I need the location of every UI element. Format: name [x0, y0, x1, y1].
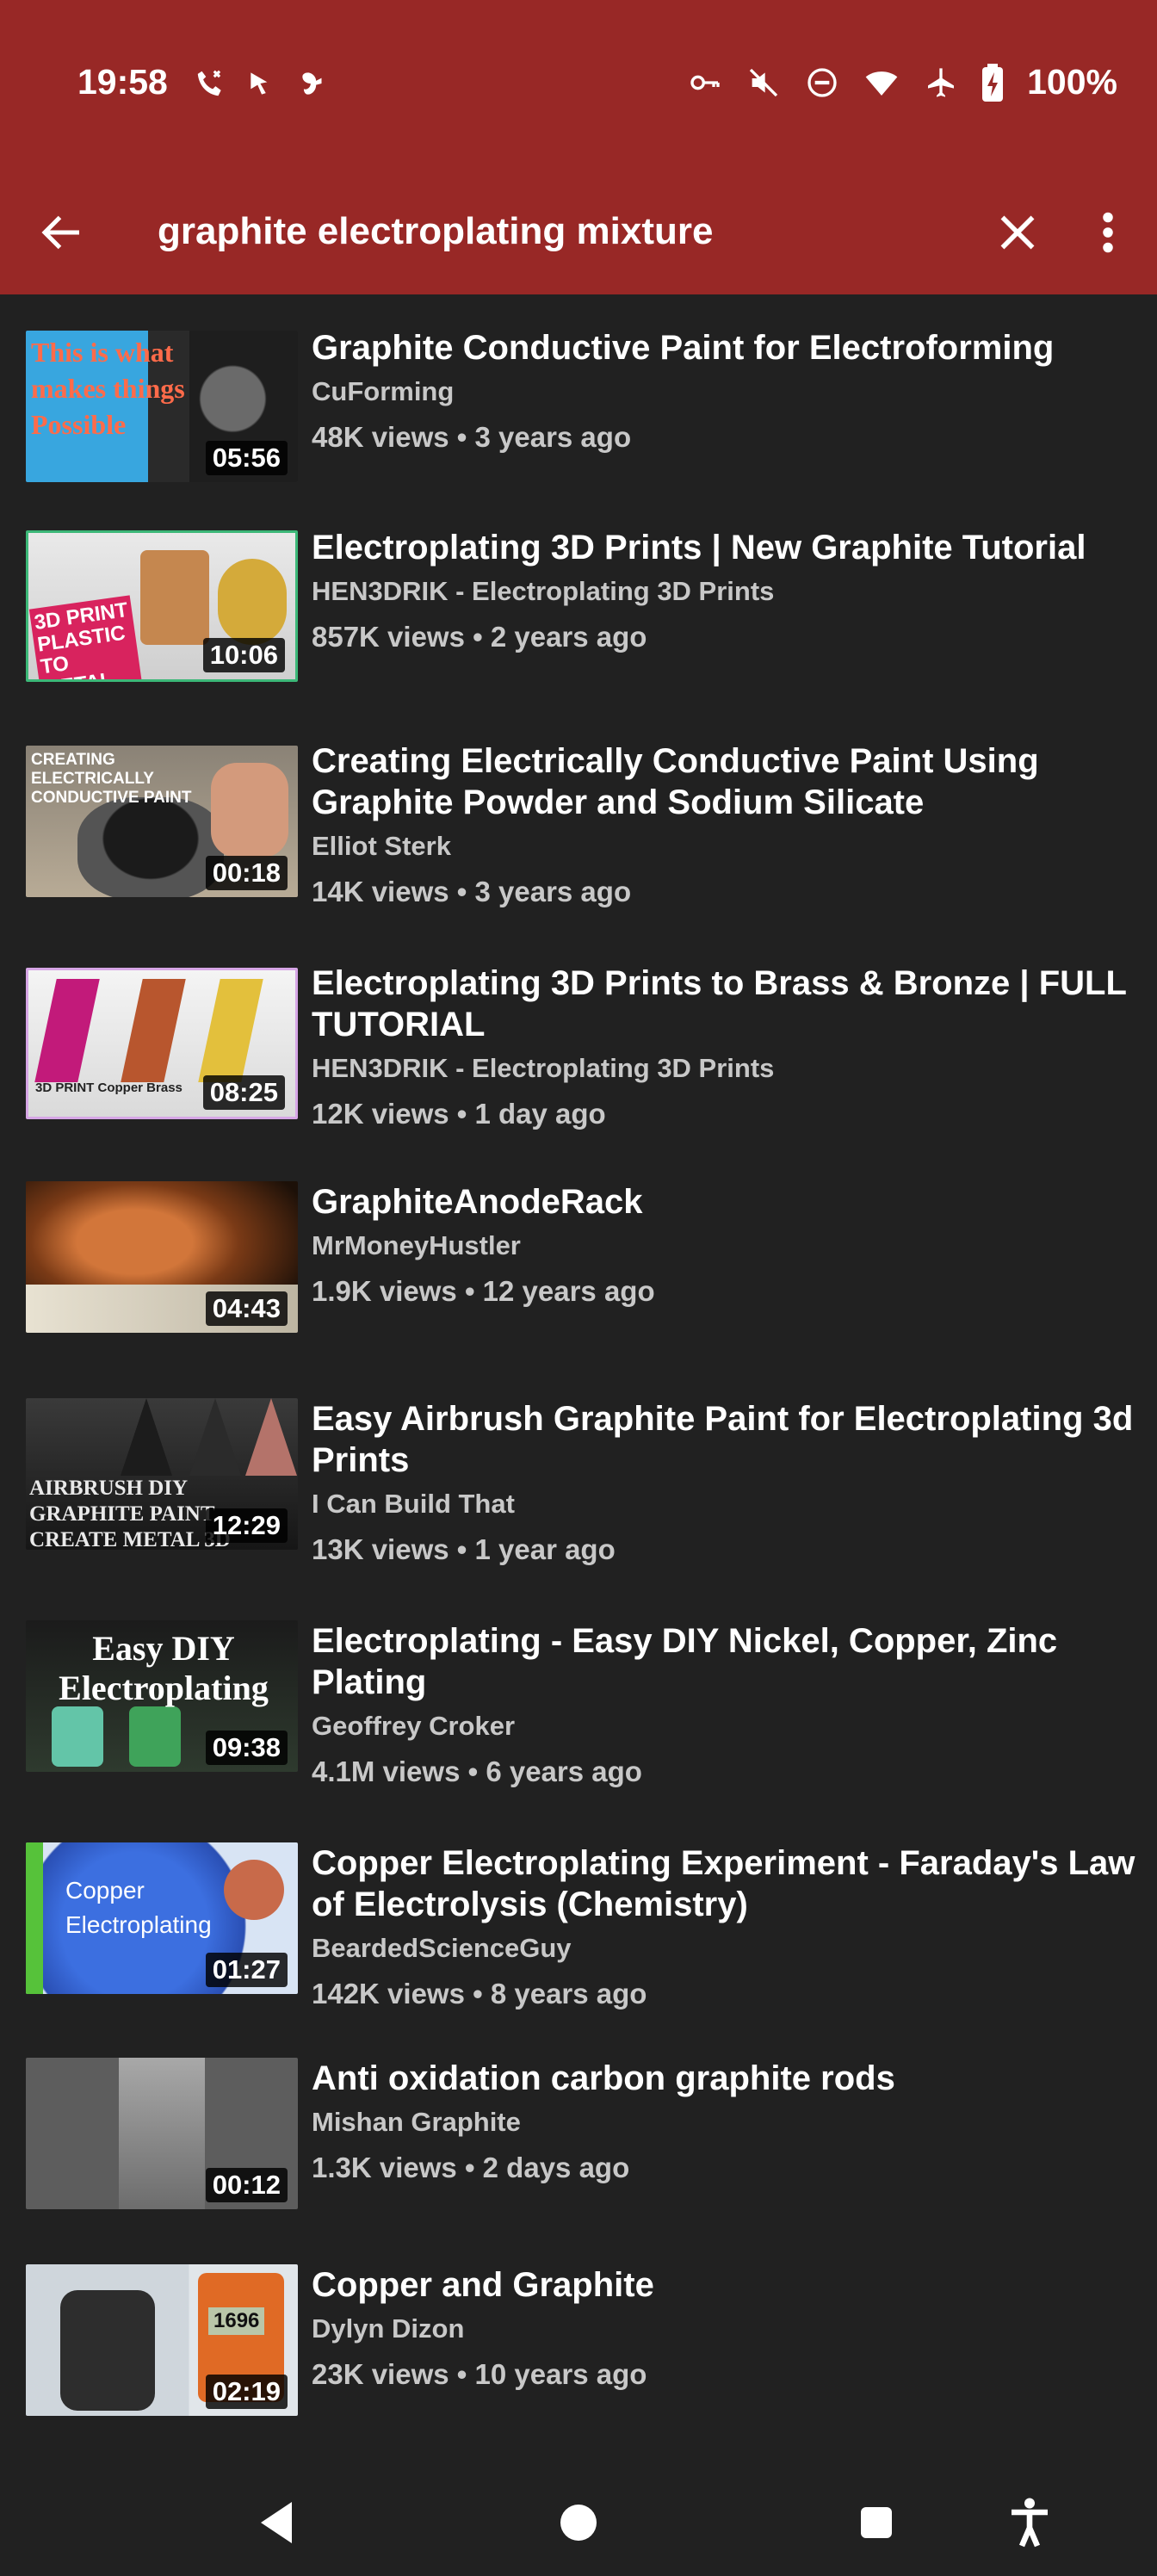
video-stats: 12K views • 1 day ago — [312, 1098, 606, 1130]
video-title[interactable]: Creating Electrically Conductive Paint U… — [312, 740, 1138, 823]
result-item[interactable]: 3D PRINT PLASTIC TO METAL 10:06 Electrop… — [0, 527, 1157, 734]
result-item[interactable]: CREATING ELECTRICALLY CONDUCTIVE PAINT 0… — [0, 740, 1157, 947]
app-bar: 19:58 100% graphite electroplating mixtu… — [0, 0, 1157, 294]
video-title[interactable]: GraphiteAnodeRack — [312, 1181, 1138, 1223]
channel-name[interactable]: HEN3DRIK - Electroplating 3D Prints — [312, 1052, 1138, 1085]
video-title[interactable]: Electroplating 3D Prints | New Graphite … — [312, 527, 1138, 568]
video-duration: 08:25 — [202, 1075, 285, 1110]
video-stats: 142K views • 8 years ago — [312, 1978, 647, 2009]
result-item[interactable]: 3D PRINT Copper Brass 08:25 Electroplati… — [0, 963, 1157, 1169]
wifi-calling-icon — [194, 67, 226, 100]
video-stats: 48K views • 3 years ago — [312, 421, 632, 453]
thumbnail-text: CREATING ELECTRICALLY CONDUCTIVE PAINT — [31, 751, 192, 807]
video-thumbnail[interactable]: 3D PRINT PLASTIC TO METAL 10:06 — [26, 530, 298, 682]
video-thumbnail[interactable]: 00:12 — [26, 2058, 298, 2209]
channel-name[interactable]: Dylyn Dizon — [312, 2313, 1138, 2345]
status-time: 19:58 — [77, 62, 168, 102]
more-vertical-icon[interactable] — [1086, 207, 1129, 258]
wifi-icon — [863, 65, 900, 100]
channel-name[interactable]: CuForming — [312, 375, 1138, 408]
video-title[interactable]: Electroplating 3D Prints to Brass & Bron… — [312, 963, 1138, 1045]
do-not-disturb-icon — [805, 65, 839, 100]
thumbnail-text: This is what makes things Possible — [31, 337, 185, 440]
result-item[interactable]: 1696 02:19 Copper and Graphite Dylyn Diz… — [0, 2264, 1157, 2464]
video-stats: 857K views • 2 years ago — [312, 621, 647, 653]
thumbnail-text: Copper Electroplating — [65, 1877, 212, 1938]
airplane-mode-icon — [924, 65, 958, 100]
channel-name[interactable]: MrMoneyHustler — [312, 1229, 1138, 1262]
battery-charging-icon — [982, 63, 1004, 102]
video-thumbnail[interactable]: Easy DIY Electroplating 09:38 — [26, 1620, 298, 1772]
nav-back-icon[interactable] — [248, 2492, 310, 2554]
close-icon[interactable] — [992, 207, 1043, 258]
video-duration: 09:38 — [205, 1731, 288, 1765]
channel-name[interactable]: HEN3DRIK - Electroplating 3D Prints — [312, 575, 1138, 608]
search-query[interactable]: graphite electroplating mixture — [158, 210, 713, 253]
result-item[interactable]: 00:12 Anti oxidation carbon graphite rod… — [0, 2058, 1157, 2264]
accessibility-icon[interactable] — [999, 2492, 1061, 2554]
video-thumbnail[interactable]: 1696 02:19 — [26, 2264, 298, 2416]
video-thumbnail[interactable]: CREATING ELECTRICALLY CONDUCTIVE PAINT 0… — [26, 746, 298, 897]
video-title[interactable]: Copper Electroplating Experiment - Farad… — [312, 1842, 1138, 1925]
video-thumbnail[interactable]: This is what makes things Possible 05:56 — [26, 331, 298, 482]
channel-name[interactable]: BeardedScienceGuy — [312, 1932, 1138, 1965]
channel-name[interactable]: I Can Build That — [312, 1488, 1138, 1520]
video-thumbnail[interactable]: 04:43 — [26, 1181, 298, 1333]
channel-name[interactable]: Geoffrey Croker — [312, 1710, 1138, 1743]
thumbnail-text: 3D PRINT Copper Brass — [35, 1081, 183, 1095]
video-title[interactable]: Copper and Graphite — [312, 2264, 1138, 2306]
result-item[interactable]: Copper Electroplating 01:27 Copper Elect… — [0, 1842, 1157, 2049]
system-nav-bar — [0, 2464, 1157, 2576]
result-item[interactable]: AIRBRUSH DIY GRAPHITE PAINT CREATE METAL… — [0, 1398, 1157, 1605]
cast-icon — [245, 67, 278, 100]
video-duration: 02:19 — [205, 2375, 288, 2409]
video-duration: 04:43 — [205, 1291, 288, 1326]
video-thumbnail[interactable]: Copper Electroplating 01:27 — [26, 1842, 298, 1994]
video-duration: 05:56 — [205, 441, 288, 475]
video-title[interactable]: Anti oxidation carbon graphite rods — [312, 2058, 1138, 2099]
video-title[interactable]: Electroplating - Easy DIY Nickel, Copper… — [312, 1620, 1138, 1703]
results-list: This is what makes things Possible 05:56… — [0, 294, 1157, 2464]
video-thumbnail[interactable]: AIRBRUSH DIY GRAPHITE PAINT CREATE METAL… — [26, 1398, 298, 1550]
video-duration: 00:18 — [205, 856, 288, 890]
nav-home-icon[interactable] — [548, 2492, 609, 2554]
thumbnail-text: 3D PRINT PLASTIC TO METAL — [28, 595, 144, 679]
arrow-back-icon[interactable] — [36, 207, 88, 258]
thumbnail-text: Easy DIY Electroplating — [59, 1629, 269, 1707]
channel-name[interactable]: Mishan Graphite — [312, 2106, 1138, 2139]
status-bar: 19:58 100% — [0, 0, 1157, 172]
video-title[interactable]: Easy Airbrush Graphite Paint for Electro… — [312, 1398, 1138, 1481]
video-duration: 00:12 — [205, 2168, 288, 2202]
video-stats: 14K views • 3 years ago — [312, 876, 632, 907]
video-duration: 10:06 — [202, 638, 285, 672]
video-duration: 01:27 — [205, 1953, 288, 1987]
search-toolbar: graphite electroplating mixture — [0, 188, 1157, 282]
result-item[interactable]: 04:43 GraphiteAnodeRack MrMoneyHustler 1… — [0, 1181, 1157, 1388]
video-duration: 12:29 — [205, 1508, 288, 1543]
thumbnail-text: 1696 — [208, 2307, 265, 2335]
channel-name[interactable]: Elliot Sterk — [312, 830, 1138, 863]
battery-level: 100% — [1027, 62, 1117, 102]
result-item[interactable]: Easy DIY Electroplating 09:38 Electropla… — [0, 1620, 1157, 1827]
video-stats: 13K views • 1 year ago — [312, 1533, 616, 1565]
video-thumbnail[interactable]: 3D PRINT Copper Brass 08:25 — [26, 968, 298, 1119]
video-stats: 1.3K views • 2 days ago — [312, 2152, 630, 2183]
video-stats: 1.9K views • 12 years ago — [312, 1275, 655, 1307]
result-item[interactable]: This is what makes things Possible 05:56… — [0, 320, 1157, 527]
video-stats: 4.1M views • 6 years ago — [312, 1756, 642, 1787]
assistant-icon — [297, 67, 330, 100]
video-title[interactable]: Graphite Conductive Paint for Electrofor… — [312, 327, 1138, 368]
video-stats: 23K views • 10 years ago — [312, 2358, 647, 2390]
vpn-key-icon — [688, 65, 722, 100]
nav-recents-icon[interactable] — [845, 2492, 907, 2554]
mute-icon — [746, 65, 781, 100]
